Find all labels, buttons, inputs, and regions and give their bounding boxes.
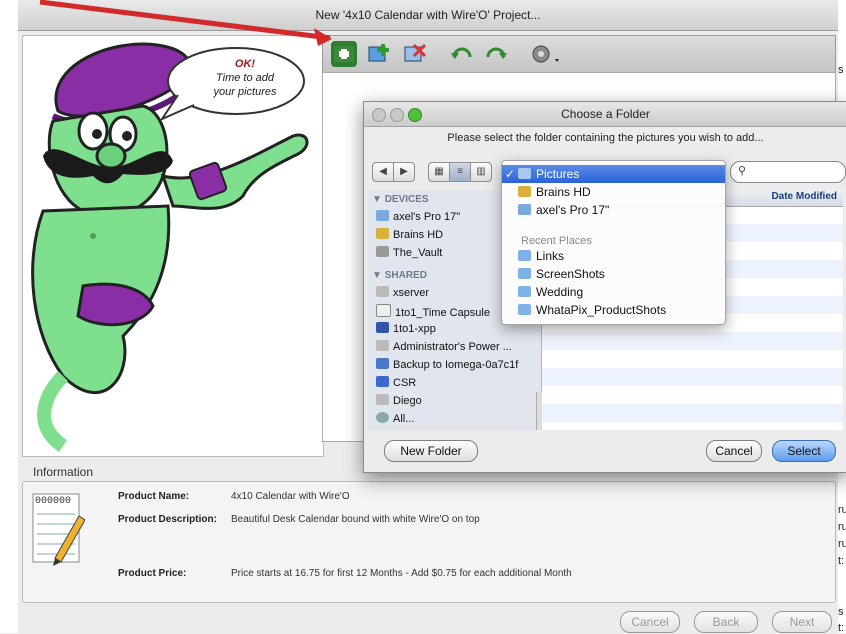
folder-icon [518, 268, 531, 279]
add-picture-icon[interactable] [367, 41, 393, 67]
hard-drive-icon [376, 228, 389, 239]
list-view-icon[interactable]: ≡ [449, 162, 471, 182]
sidebar-item-shared[interactable]: 1to1_Time Capsule [376, 304, 490, 319]
forward-nav-button[interactable]: ▶ [393, 162, 415, 182]
icon-view-icon[interactable]: ▦ [428, 162, 450, 182]
speech-bubble: OK! Time to add your pictures [160, 45, 308, 123]
devices-header[interactable]: ▼ DEVICES [372, 194, 429, 205]
edge-text: ru [838, 504, 846, 516]
settings-gear-icon[interactable] [529, 41, 563, 67]
hard-drive-icon [518, 186, 531, 197]
network-globe-icon [376, 412, 389, 423]
product-price-value: Price starts at 16.75 for first 12 Month… [231, 568, 572, 579]
folder-popup-menu: ✓ Pictures Brains HD axel's Pro 17" Recen… [501, 160, 726, 325]
sidebar-item-shared[interactable]: CSR [376, 376, 416, 389]
edge-text: s [838, 64, 844, 76]
next-button[interactable]: Next [772, 611, 832, 633]
sidebar-item-shared[interactable]: Backup to Iomega-0a7c1f [376, 358, 518, 371]
recent-places-header: Recent Places [521, 235, 592, 247]
notepad-pencil-icon: 000000 [31, 488, 85, 566]
minimize-light-icon[interactable] [390, 108, 404, 122]
dialog-cancel-button[interactable]: Cancel [706, 440, 762, 462]
time-capsule-icon [376, 304, 391, 317]
sidebar-item-shared[interactable]: xserver [376, 286, 429, 299]
monitor-icon [376, 358, 389, 369]
bubble-line: your pictures [213, 86, 277, 98]
sidebar-item-shared[interactable]: Diego [376, 394, 422, 407]
column-view-icon[interactable]: ▥ [470, 162, 492, 182]
edge-text: ru [838, 521, 846, 533]
back-nav-button[interactable]: ◀ [372, 162, 394, 182]
new-folder-button[interactable]: New Folder [384, 440, 478, 462]
computer-icon [376, 394, 389, 405]
sidebar-item-device[interactable]: axel's Pro 17" [376, 210, 460, 223]
shared-header[interactable]: ▼ SHARED [372, 270, 427, 281]
notepad-rings: 000000 [35, 496, 72, 507]
sidebar-item-shared[interactable]: Administrator's Power ... [376, 340, 512, 353]
folder-icon [518, 168, 531, 179]
folder-icon [518, 286, 531, 297]
sidebar-item-shared[interactable]: All... [376, 412, 414, 425]
product-price-label: Product Price: [118, 568, 187, 579]
bubble-title: OK! [234, 58, 256, 70]
popup-recent-item[interactable]: ScreenShots [502, 265, 725, 283]
edge-text: t: [838, 622, 845, 634]
edge-text: ru [838, 538, 846, 550]
sidebar-item-device[interactable]: The_Vault [376, 246, 442, 259]
folder-icon [518, 250, 531, 261]
date-modified-header[interactable]: Date Modified [771, 191, 837, 202]
server-icon [376, 286, 389, 297]
sidebar-item-shared[interactable]: 1to1-xpp [376, 322, 436, 335]
rotate-right-icon[interactable] [483, 41, 509, 67]
popup-item[interactable]: Brains HD [502, 183, 725, 201]
display-icon [376, 376, 389, 387]
folder-icon [518, 304, 531, 315]
display-icon [376, 322, 389, 333]
zoom-light-icon[interactable] [408, 108, 422, 122]
bubble-line: Time to add [216, 72, 274, 84]
computer-icon [376, 340, 389, 351]
product-name-value: 4x10 Calendar with Wire'O [231, 491, 350, 502]
popup-recent-item[interactable]: Wedding [502, 283, 725, 301]
annotation-arrow [39, 0, 332, 46]
product-name-label: Product Name: [118, 491, 190, 502]
picture-toolbar [322, 35, 836, 73]
rotate-left-icon[interactable] [449, 41, 475, 67]
edge-text: s [838, 606, 844, 618]
dialog-title: Choose a Folder [364, 102, 846, 127]
cancel-button[interactable]: Cancel [620, 611, 680, 633]
popup-recent-item[interactable]: Links [502, 247, 725, 265]
edge-text: t: [838, 555, 845, 567]
search-input[interactable]: ⚲ [730, 161, 846, 183]
information-panel: 000000 Product Name: 4x10 Calendar with … [22, 481, 836, 603]
popup-item-selected[interactable]: ✓ Pictures [502, 165, 725, 183]
laptop-icon [376, 210, 389, 221]
select-button[interactable]: Select [772, 440, 836, 462]
back-button[interactable]: Back [694, 611, 758, 633]
close-light-icon[interactable] [372, 108, 386, 122]
laptop-icon [518, 204, 531, 215]
search-icon: ⚲ [738, 165, 747, 177]
information-label: Information [33, 465, 94, 479]
remove-picture-icon[interactable] [403, 41, 429, 67]
background-window-edge-left [0, 0, 18, 633]
network-drive-icon [376, 246, 389, 257]
dialog-prompt: Please select the folder containing the … [447, 132, 764, 144]
popup-recent-item[interactable]: WhataPix_ProductShots [502, 301, 725, 319]
product-description-label: Product Description: [118, 514, 217, 525]
sidebar-item-device[interactable]: Brains HD [376, 228, 443, 241]
product-description-value: Beautiful Desk Calendar bound with white… [231, 514, 480, 525]
popup-item[interactable]: axel's Pro 17" [502, 201, 725, 219]
